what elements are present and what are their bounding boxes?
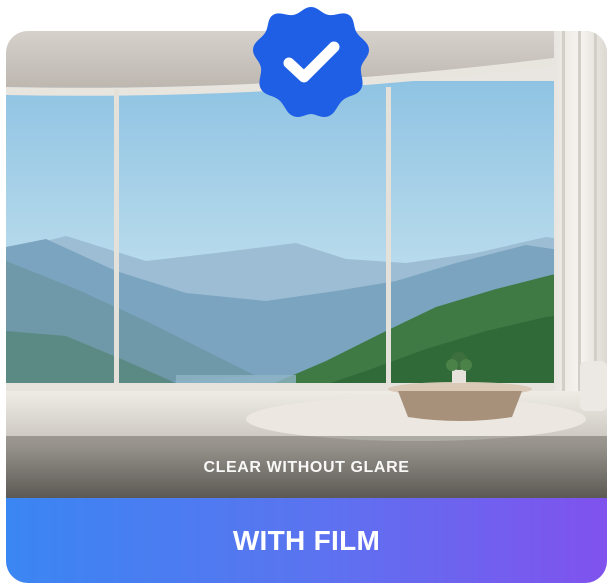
scene-caption: CLEAR WITHOUT GLARE (203, 459, 410, 476)
with-film-banner: WITH FILM (6, 498, 607, 583)
badge-shape (253, 7, 369, 117)
banner-label: WITH FILM (232, 524, 381, 556)
checkmark-badge-icon (253, 7, 369, 117)
